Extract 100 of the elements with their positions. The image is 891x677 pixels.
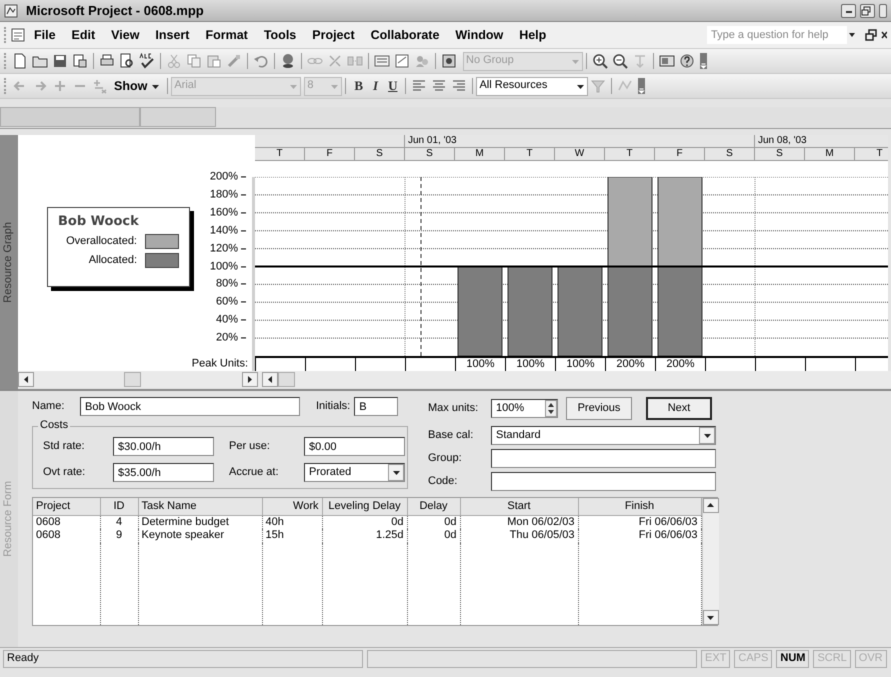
field-label: Initials:: [316, 400, 350, 414]
previous-button[interactable]: Previous: [566, 397, 632, 420]
help-search-field[interactable]: Type a question for help: [707, 26, 847, 44]
rate-field[interactable]: $0.00: [304, 437, 405, 456]
field-label: Per use:: [229, 440, 271, 454]
initials-field[interactable]: B: [354, 397, 398, 416]
base-calendar-dropdown[interactable]: Standard: [491, 426, 716, 445]
spinner-arrows-icon[interactable]: [545, 400, 557, 417]
table-cell: Fri 06/06/03: [578, 529, 701, 543]
undo-icon[interactable]: [253, 53, 269, 69]
column-header[interactable]: Work: [262, 498, 322, 515]
document-icon[interactable]: [10, 27, 26, 43]
table-icon[interactable]: [374, 53, 390, 69]
day-header: F: [305, 148, 355, 160]
scroll-left-button[interactable]: [18, 372, 34, 387]
close-icon[interactable]: [881, 29, 887, 41]
status-indicator: NUM: [776, 650, 810, 668]
day-header: W: [555, 148, 605, 160]
column-header[interactable]: ID: [100, 498, 138, 515]
day-header: S: [755, 148, 805, 160]
bold-button[interactable]: B: [349, 78, 368, 94]
menu-item[interactable]: View: [103, 26, 148, 44]
scroll-down-button[interactable]: [702, 610, 718, 625]
status-indicator: OVR: [854, 650, 887, 668]
field-label: Base cal:: [428, 428, 474, 442]
zoom-in-icon[interactable]: [592, 53, 608, 69]
y-axis-label: 180%: [210, 188, 238, 202]
table-cell: 4: [100, 515, 138, 529]
column-header[interactable]: Project: [33, 498, 100, 515]
field-label: Std rate:: [43, 440, 86, 454]
copy-icon[interactable]: [186, 53, 202, 69]
day-header: S: [405, 148, 455, 160]
week-label: Jun 01, '03: [408, 135, 457, 146]
filter-dropdown[interactable]: All Resources: [476, 76, 588, 96]
window-icon[interactable]: [659, 53, 675, 69]
entry-bar-cell[interactable]: [0, 107, 140, 127]
peak-units-value: 100%: [566, 358, 595, 370]
help-icon[interactable]: [679, 53, 695, 69]
new-document-icon[interactable]: [12, 53, 28, 69]
table-cell: 9: [100, 529, 138, 543]
clipboard-icon[interactable]: [206, 53, 222, 69]
menu-item[interactable]: Project: [304, 26, 363, 44]
menu-item[interactable]: Window: [447, 26, 512, 44]
table-cell: 0d: [407, 529, 460, 543]
column-header[interactable]: Leveling Delay: [322, 498, 407, 515]
max-units-spinner[interactable]: 100%: [491, 399, 558, 418]
down-arrow-icon: [706, 613, 715, 622]
show-button[interactable]: Show: [110, 78, 164, 94]
code-field[interactable]: [491, 472, 716, 491]
status-indicator: CAPS: [734, 650, 772, 668]
accrue-dropdown[interactable]: Prorated: [304, 463, 405, 482]
zoom-out-icon[interactable]: [612, 53, 628, 69]
window-title: Microsoft Project - 0608.mpp: [26, 2, 204, 18]
column-header[interactable]: Finish: [578, 498, 701, 515]
spelling-check-icon[interactable]: [139, 53, 155, 69]
table-cell: 15h: [262, 529, 322, 543]
next-button[interactable]: Next: [646, 397, 712, 420]
week-label: Jun 08, '03: [758, 135, 807, 146]
menu-item[interactable]: Help: [511, 26, 554, 44]
menu-item[interactable]: Collaborate: [362, 26, 448, 44]
peak-units-label: Peak Units:: [192, 357, 248, 371]
status-indicator: EXT: [701, 650, 730, 668]
menu-item[interactable]: Format: [197, 26, 256, 44]
horizontal-scrollbar[interactable]: [258, 371, 891, 388]
name-field[interactable]: Bob Woock: [80, 397, 300, 416]
day-header: T: [605, 148, 655, 160]
menu-item[interactable]: File: [26, 26, 64, 44]
column-header[interactable]: Task Name: [138, 498, 262, 515]
table-cell: 40h: [262, 515, 322, 529]
restore-icon[interactable]: [865, 29, 877, 41]
column-header[interactable]: Start: [460, 498, 578, 515]
minimize-button[interactable]: [841, 4, 856, 18]
caret-icon: [702, 431, 712, 440]
column-header[interactable]: Delay: [407, 498, 460, 515]
menu-item[interactable]: Insert: [147, 26, 198, 44]
left-arrow-icon: [22, 375, 30, 384]
horizontal-scrollbar[interactable]: [18, 371, 258, 388]
scroll-left-button[interactable]: [262, 372, 278, 387]
field-label: Accrue at:: [229, 466, 280, 480]
table-cell: 0608: [33, 529, 100, 543]
scrollbar-thumb[interactable]: [124, 372, 141, 387]
group-field[interactable]: [491, 449, 716, 468]
entry-field[interactable]: [140, 107, 216, 127]
y-axis-label: 200%: [210, 170, 238, 184]
vertical-scrollbar[interactable]: [702, 498, 718, 625]
italic-button[interactable]: I: [368, 78, 384, 94]
print-preview-icon[interactable]: [119, 53, 135, 69]
menu-item[interactable]: Tools: [256, 26, 304, 44]
minimize-icon: [846, 10, 852, 12]
close-button[interactable]: [879, 4, 887, 18]
peak-units-value: 100%: [516, 358, 545, 370]
restore-button[interactable]: [860, 4, 875, 18]
scroll-right-button[interactable]: [242, 372, 258, 387]
menu-item[interactable]: Edit: [64, 26, 104, 44]
legend-label: Allocated:: [88, 254, 137, 267]
underline-button[interactable]: U: [383, 78, 402, 94]
rate-field[interactable]: $35.00/h: [113, 463, 214, 482]
rate-field[interactable]: $30.00/h: [113, 437, 214, 456]
scrollbar-thumb[interactable]: [278, 372, 295, 387]
scroll-up-button[interactable]: [702, 498, 718, 513]
